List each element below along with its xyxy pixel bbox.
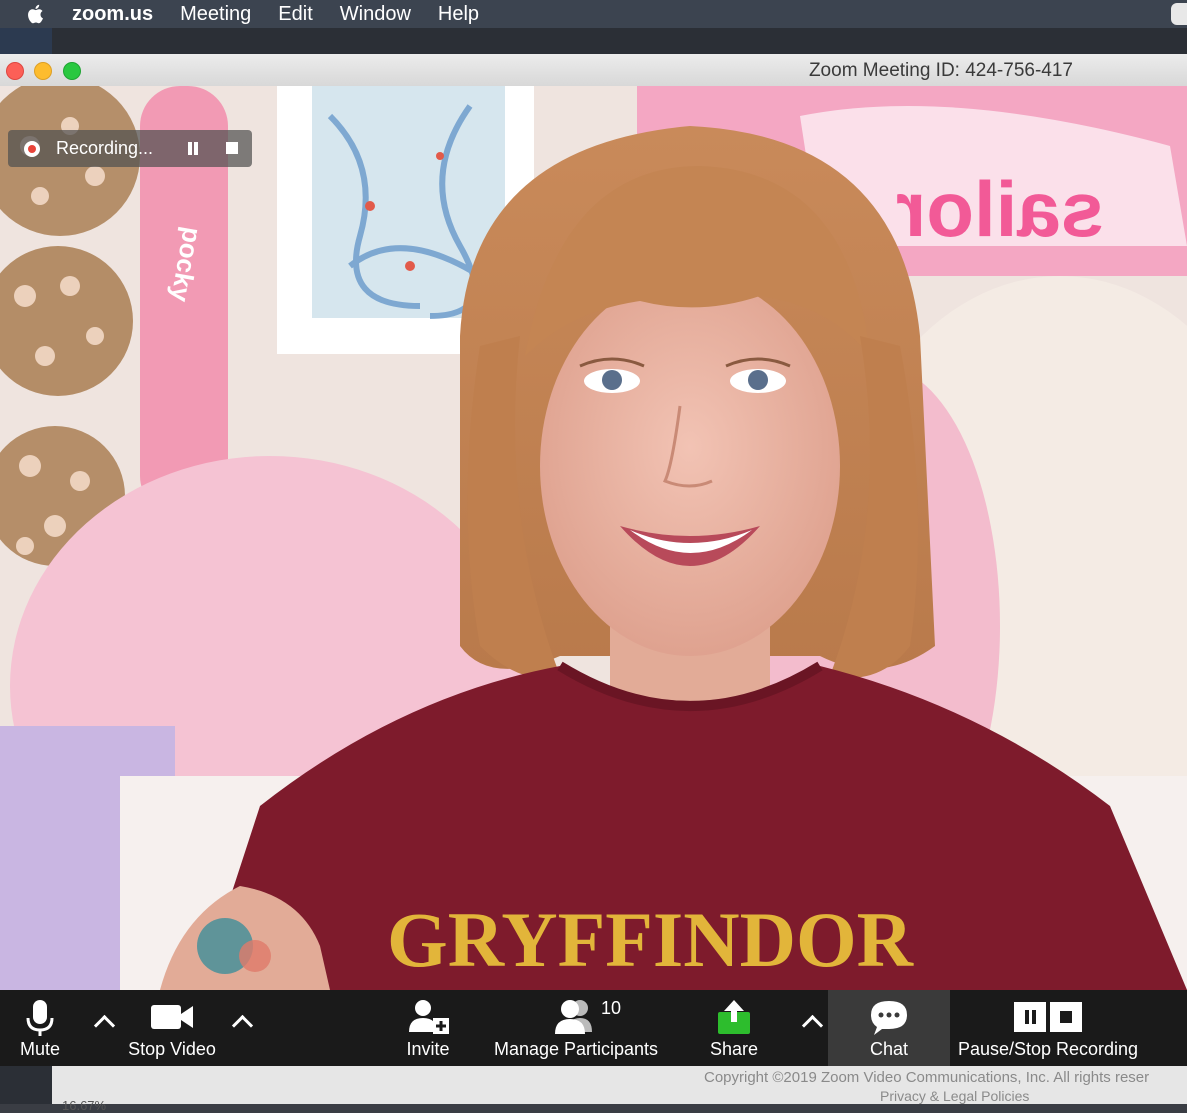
share-label: Share bbox=[709, 1039, 759, 1059]
zoom-level-readout: 16.67% bbox=[62, 1098, 107, 1113]
meeting-id-title: Zoom Meeting ID: 424-756-417 bbox=[808, 60, 1073, 81]
privacy-link[interactable]: Privacy & Legal Policies bbox=[880, 1088, 1029, 1104]
chat-bubble-icon bbox=[871, 1001, 907, 1035]
mute-button[interactable]: Mute bbox=[12, 990, 68, 1066]
menu-window[interactable]: Window bbox=[340, 3, 411, 26]
background-window-strip bbox=[0, 28, 1187, 54]
pause-stop-recording-icon bbox=[1014, 1002, 1082, 1032]
manage-participants-button[interactable]: 10 Manage Participants bbox=[490, 990, 662, 1066]
meeting-controls-toolbar: Mute Stop Video Invite 10 Manage Partici… bbox=[0, 990, 1187, 1066]
participants-icon bbox=[555, 1000, 592, 1034]
menu-meeting[interactable]: Meeting bbox=[180, 3, 251, 26]
share-screen-button[interactable]: Share bbox=[704, 990, 764, 1066]
manage-participants-label: Manage Participants bbox=[493, 1039, 659, 1059]
chat-label: Chat bbox=[869, 1039, 909, 1059]
video-options-chevron-up-icon[interactable] bbox=[231, 1014, 254, 1037]
stop-video-button[interactable]: Stop Video bbox=[124, 990, 220, 1066]
share-options-chevron-up-icon[interactable] bbox=[801, 1014, 824, 1037]
participant-count-badge: 10 bbox=[601, 998, 622, 1018]
svg-text:sailor: sailor bbox=[896, 165, 1104, 253]
pause-stop-recording-label: Pause/Stop Recording bbox=[957, 1039, 1139, 1059]
participant-video-image: pocky sailor GRYFFINDOR bbox=[0, 86, 1187, 990]
menu-app-zoom[interactable]: zoom.us bbox=[72, 3, 153, 26]
pause-stop-recording-button[interactable]: Pause/Stop Recording bbox=[955, 990, 1141, 1066]
invite-person-icon bbox=[409, 1000, 449, 1034]
stop-recording-icon[interactable] bbox=[226, 142, 238, 154]
copyright-text: Copyright ©2019 Zoom Video Communication… bbox=[704, 1069, 1150, 1086]
pause-recording-icon[interactable] bbox=[186, 142, 200, 156]
video-camera-icon bbox=[151, 1005, 193, 1029]
background-window-edge bbox=[0, 28, 52, 54]
recording-indicator: Recording... bbox=[8, 130, 252, 167]
video-feed[interactable]: pocky sailor GRYFFINDOR Recording... bbox=[0, 86, 1187, 990]
apple-icon[interactable] bbox=[22, 2, 50, 26]
invite-button[interactable]: Invite bbox=[398, 990, 458, 1066]
stop-video-label: Stop Video bbox=[128, 1039, 216, 1059]
share-upload-icon bbox=[718, 1000, 750, 1034]
zoom-meeting-window: Zoom Meeting ID: 424-756-417 pocky sailo… bbox=[0, 54, 1187, 1113]
window-titlebar[interactable]: Zoom Meeting ID: 424-756-417 bbox=[0, 54, 1187, 87]
macos-menubar: zoom.us Meeting Edit Window Help bbox=[0, 0, 1187, 28]
fullscreen-window-button[interactable] bbox=[63, 62, 81, 80]
mute-label: Mute bbox=[19, 1039, 61, 1059]
menu-help[interactable]: Help bbox=[438, 3, 479, 26]
audio-options-chevron-up-icon[interactable] bbox=[93, 1014, 116, 1037]
microphone-icon bbox=[26, 1000, 54, 1036]
menu-edit[interactable]: Edit bbox=[278, 3, 312, 26]
invite-label: Invite bbox=[406, 1039, 450, 1059]
svg-text:GRYFFINDOR: GRYFFINDOR bbox=[387, 896, 915, 983]
minimize-window-button[interactable] bbox=[34, 62, 52, 80]
recording-dot-icon bbox=[24, 140, 40, 157]
chat-button[interactable]: Chat bbox=[828, 990, 950, 1066]
close-window-button[interactable] bbox=[6, 62, 24, 80]
recording-label: Recording... bbox=[56, 138, 154, 158]
status-menu-icon[interactable] bbox=[1171, 3, 1187, 25]
background-window-edge-bottom bbox=[0, 1066, 52, 1104]
window-footer: Copyright ©2019 Zoom Video Communication… bbox=[0, 1066, 1187, 1113]
